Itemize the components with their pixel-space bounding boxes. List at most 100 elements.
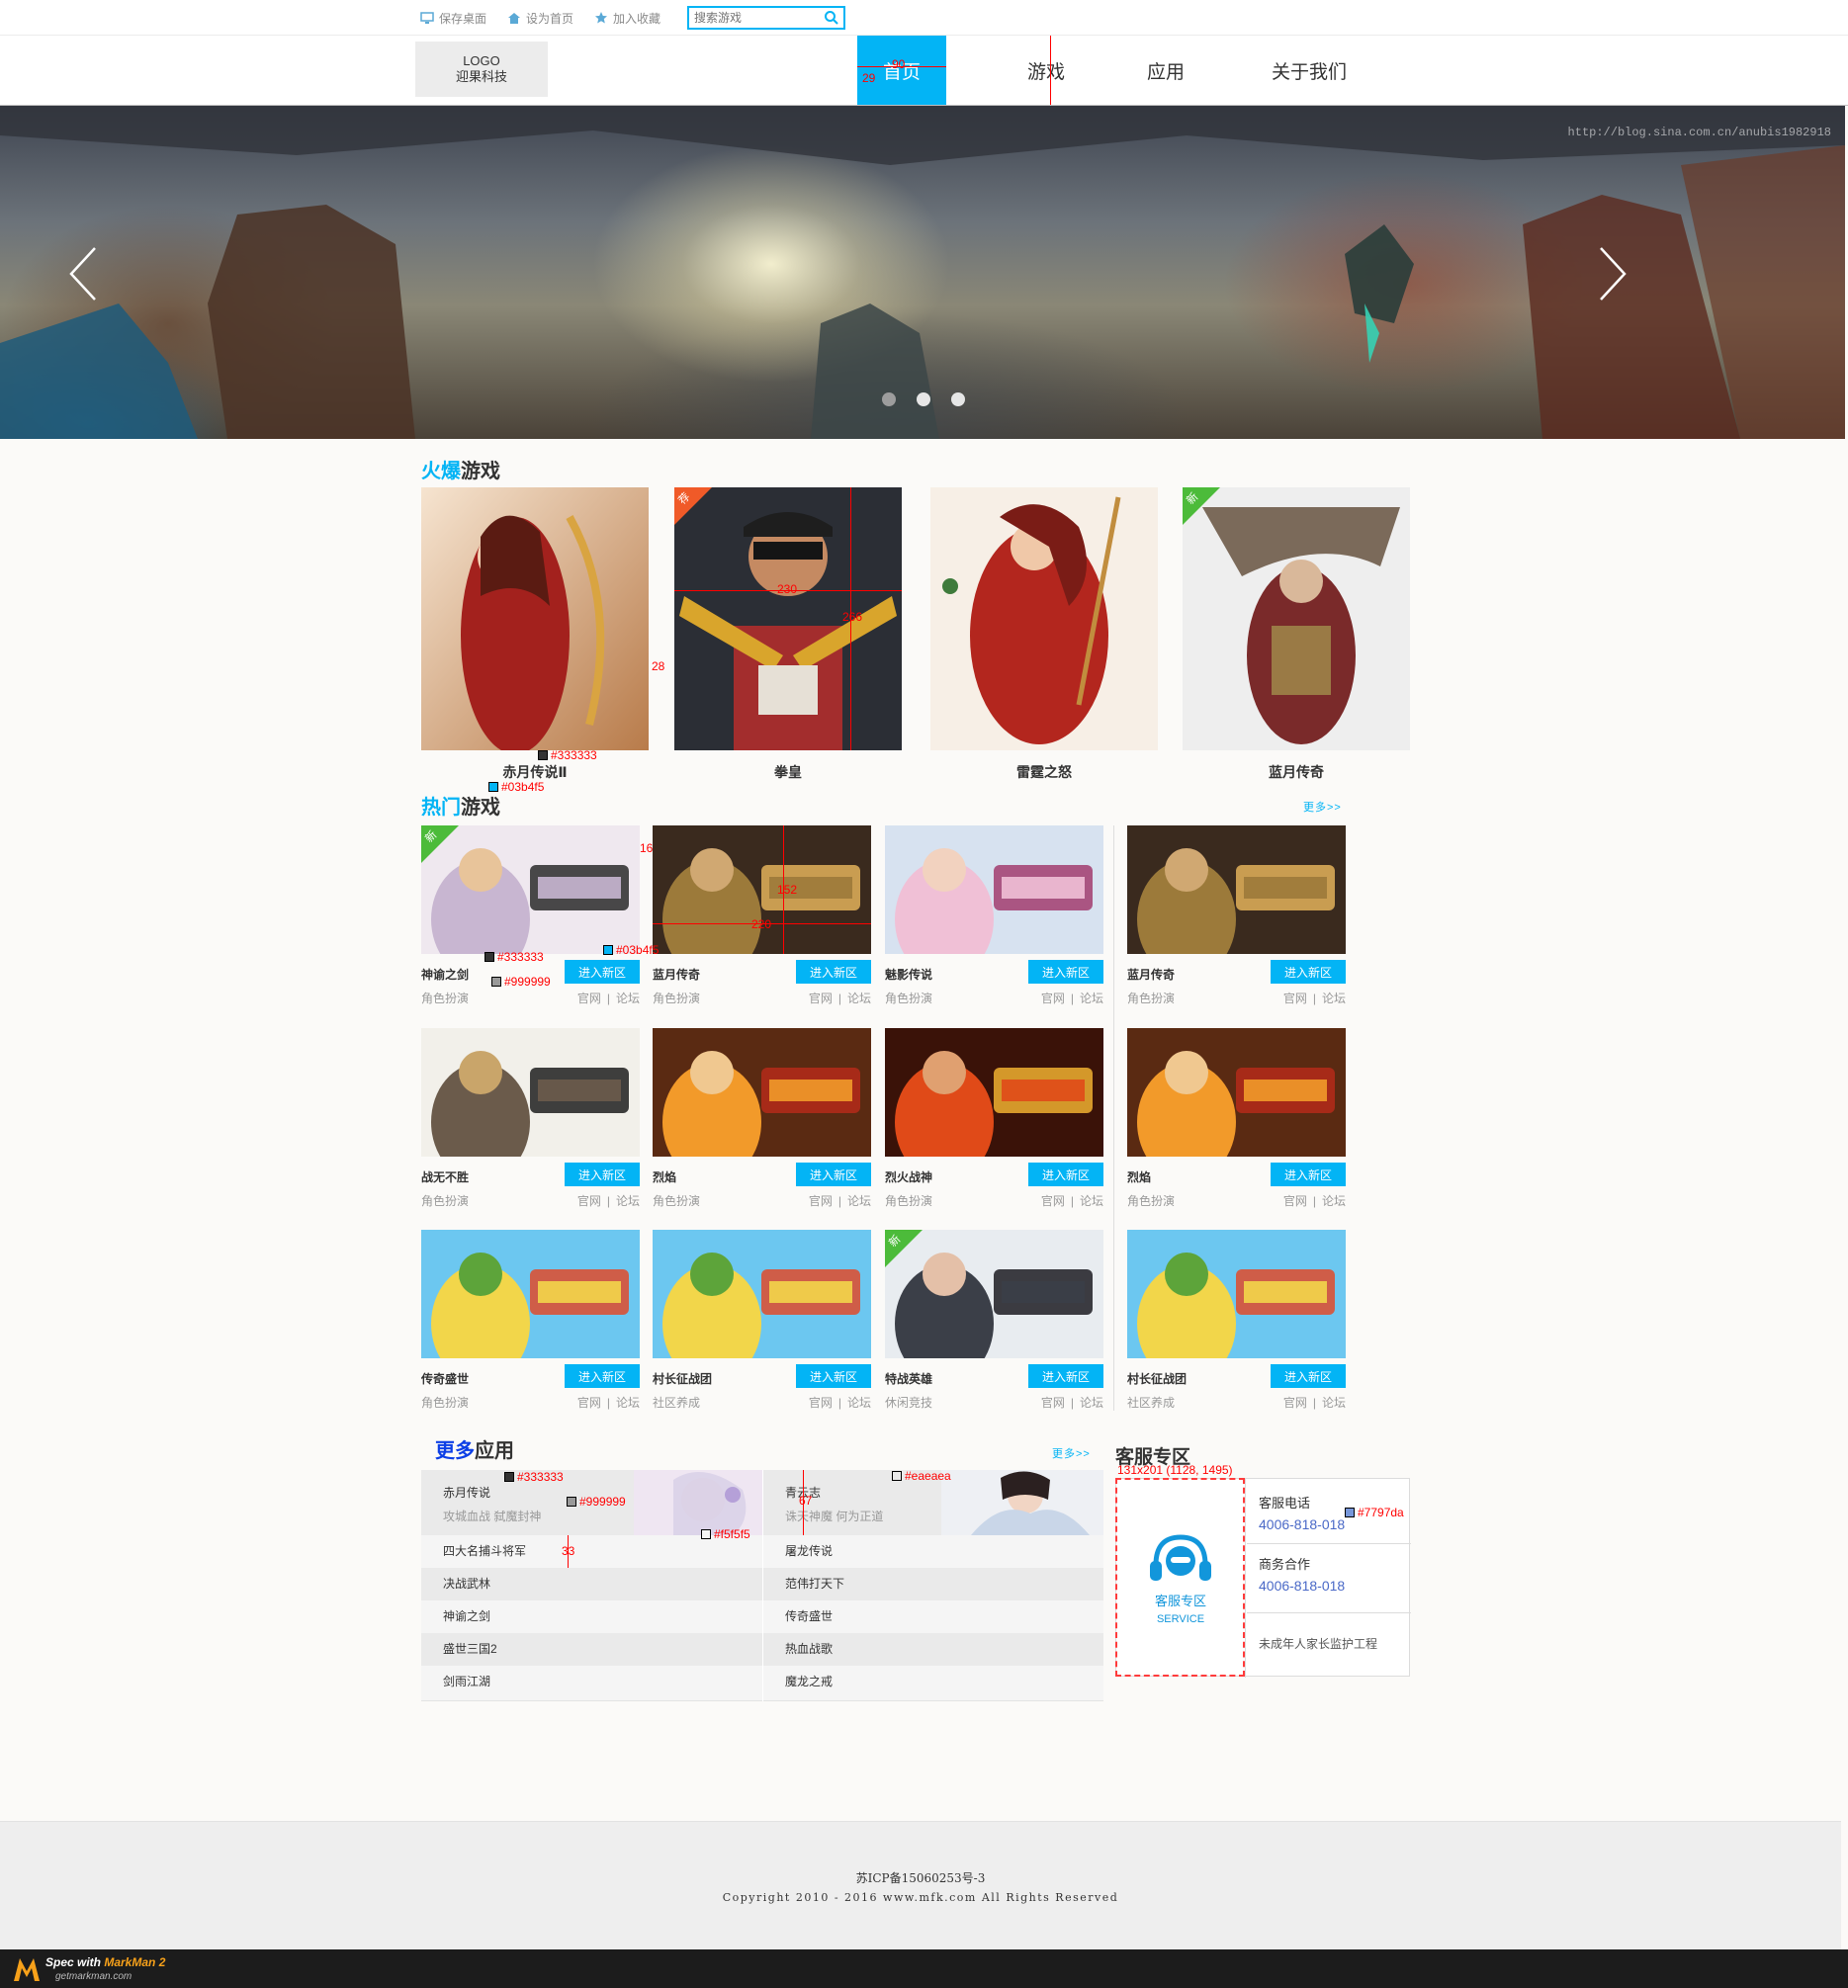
app-list-item[interactable]: 盛世三国2 [421, 1633, 762, 1666]
forum-link[interactable]: 论坛 [616, 1194, 640, 1208]
app-list-item[interactable]: 剑雨江湖 [421, 1666, 762, 1698]
popular-game-card[interactable]: 传奇盛世 进入新区 角色扮演 官网 | 论坛 [421, 1230, 640, 1410]
popular-game-card[interactable]: 蓝月传奇 进入新区 角色扮演 官网 | 论坛 [653, 825, 871, 1005]
apps-more-link[interactable]: 更多>> [1052, 1445, 1091, 1461]
game-thumbnail[interactable] [653, 1028, 871, 1157]
app-list-item[interactable]: 范伟打天下 [763, 1568, 1103, 1600]
enter-server-button[interactable]: 进入新区 [1028, 1163, 1103, 1186]
game-thumbnail[interactable] [421, 1230, 640, 1358]
enter-server-button[interactable]: 进入新区 [565, 1364, 640, 1388]
enter-server-button[interactable]: 进入新区 [565, 960, 640, 984]
enter-server-button[interactable]: 进入新区 [1271, 960, 1346, 984]
forum-link[interactable]: 论坛 [847, 1396, 871, 1410]
app-list-item[interactable]: 决战武林 [421, 1568, 762, 1600]
hot-game-name[interactable]: 蓝月传奇 [1183, 762, 1410, 782]
hot-game-name[interactable]: 赤月传说Ⅱ [421, 762, 649, 782]
search-icon[interactable] [824, 10, 839, 31]
banner-next-icon[interactable] [1595, 244, 1628, 303]
hot-game-card[interactable]: 荐 [674, 487, 902, 750]
official-site-link[interactable]: 官网 [1041, 1194, 1065, 1208]
slide-dot-3[interactable] [951, 392, 965, 406]
forum-link[interactable]: 论坛 [1080, 1194, 1103, 1208]
popular-game-name[interactable]: 魅影传说 [885, 966, 932, 983]
enter-server-button[interactable]: 进入新区 [796, 1364, 871, 1388]
app-list-item[interactable]: 热血战歌 [763, 1633, 1103, 1666]
game-thumbnail[interactable]: 新 [421, 825, 640, 954]
hot-game-name[interactable]: 拳皇 [674, 762, 902, 782]
hot-game-name[interactable]: 雷霆之怒 [930, 762, 1158, 782]
enter-server-button[interactable]: 进入新区 [1271, 1163, 1346, 1186]
popular-game-card[interactable]: 村长征战团 进入新区 社区养成 官网 | 论坛 [653, 1230, 871, 1410]
popular-game-name[interactable]: 烈焰 [653, 1168, 676, 1185]
app-list-item[interactable]: 传奇盛世 [763, 1600, 1103, 1633]
game-thumbnail[interactable] [653, 825, 871, 954]
enter-server-button[interactable]: 进入新区 [1028, 960, 1103, 984]
hot-game-card[interactable]: 新 [1183, 487, 1410, 750]
popular-game-card[interactable]: 新特战英雄 进入新区 休闲竞技 官网 | 论坛 [885, 1230, 1103, 1410]
popular-game-name[interactable]: 烈火战神 [885, 1168, 932, 1185]
forum-link[interactable]: 论坛 [616, 1396, 640, 1410]
popular-game-card[interactable]: 村长征战团 进入新区 社区养成 官网 | 论坛 [1127, 1230, 1346, 1410]
popular-more-link[interactable]: 更多>> [1303, 799, 1342, 815]
forum-link[interactable]: 论坛 [1322, 1396, 1346, 1410]
enter-server-button[interactable]: 进入新区 [796, 1163, 871, 1186]
forum-link[interactable]: 论坛 [1080, 1396, 1103, 1410]
forum-link[interactable]: 论坛 [1322, 992, 1346, 1005]
game-thumbnail[interactable] [653, 1230, 871, 1358]
popular-game-card[interactable]: 烈焰 进入新区 角色扮演 官网 | 论坛 [1127, 1028, 1346, 1208]
app-list-item[interactable]: 屠龙传说 [763, 1535, 1103, 1568]
search-input[interactable] [689, 8, 818, 28]
nav-games[interactable]: 游戏 [1002, 36, 1091, 105]
official-site-link[interactable]: 官网 [577, 992, 601, 1005]
app-list-item[interactable]: 神谕之剑 [421, 1600, 762, 1633]
official-site-link[interactable]: 官网 [577, 1396, 601, 1410]
nav-apps[interactable]: 应用 [1121, 36, 1210, 105]
guardian-link[interactable]: 未成年人家长监护工程 [1247, 1635, 1411, 1652]
popular-game-name[interactable]: 烈焰 [1127, 1168, 1151, 1185]
forum-link[interactable]: 论坛 [847, 1194, 871, 1208]
official-site-link[interactable]: 官网 [809, 1396, 833, 1410]
hot-game-card[interactable] [930, 487, 1158, 750]
logo[interactable]: LOGO 迎果科技 [415, 42, 548, 97]
official-site-link[interactable]: 官网 [1283, 1396, 1307, 1410]
popular-game-name[interactable]: 战无不胜 [421, 1168, 469, 1185]
banner-prev-icon[interactable] [67, 244, 101, 303]
official-site-link[interactable]: 官网 [809, 992, 833, 1005]
enter-server-button[interactable]: 进入新区 [565, 1163, 640, 1186]
app-list-item[interactable]: 魔龙之戒 [763, 1666, 1103, 1698]
official-site-link[interactable]: 官网 [1041, 992, 1065, 1005]
popular-game-name[interactable]: 蓝月传奇 [1127, 966, 1175, 983]
enter-server-button[interactable]: 进入新区 [1271, 1364, 1346, 1388]
popular-game-name[interactable]: 神谕之剑 [421, 966, 469, 983]
service-business-number[interactable]: 4006-818-018 [1259, 1578, 1411, 1594]
popular-game-card[interactable]: 战无不胜 进入新区 角色扮演 官网 | 论坛 [421, 1028, 640, 1208]
save-desktop-link[interactable]: 保存桌面 [419, 9, 486, 27]
forum-link[interactable]: 论坛 [1080, 992, 1103, 1005]
official-site-link[interactable]: 官网 [577, 1194, 601, 1208]
official-site-link[interactable]: 官网 [1041, 1396, 1065, 1410]
game-thumbnail[interactable] [421, 1028, 640, 1157]
popular-game-card[interactable]: 魅影传说 进入新区 角色扮演 官网 | 论坛 [885, 825, 1103, 1005]
official-site-link[interactable]: 官网 [809, 1194, 833, 1208]
set-homepage-link[interactable]: 设为首页 [506, 9, 573, 27]
popular-game-card[interactable]: 烈火战神 进入新区 角色扮演 官网 | 论坛 [885, 1028, 1103, 1208]
game-thumbnail[interactable] [1127, 1028, 1346, 1157]
slide-dot-2[interactable] [917, 392, 930, 406]
forum-link[interactable]: 论坛 [847, 992, 871, 1005]
popular-game-name[interactable]: 传奇盛世 [421, 1370, 469, 1387]
popular-game-name[interactable]: 特战英雄 [885, 1370, 932, 1387]
popular-game-card[interactable]: 烈焰 进入新区 角色扮演 官网 | 论坛 [653, 1028, 871, 1208]
popular-game-name[interactable]: 村长征战团 [1127, 1370, 1187, 1387]
popular-game-card[interactable]: 蓝月传奇 进入新区 角色扮演 官网 | 论坛 [1127, 825, 1346, 1005]
enter-server-button[interactable]: 进入新区 [796, 960, 871, 984]
enter-server-button[interactable]: 进入新区 [1028, 1364, 1103, 1388]
forum-link[interactable]: 论坛 [1322, 1194, 1346, 1208]
game-thumbnail[interactable] [885, 825, 1103, 954]
nav-about[interactable]: 关于我们 [1258, 36, 1361, 105]
slide-dot-1[interactable] [882, 392, 896, 406]
game-thumbnail[interactable]: 新 [885, 1230, 1103, 1358]
official-site-link[interactable]: 官网 [1283, 992, 1307, 1005]
popular-game-name[interactable]: 蓝月传奇 [653, 966, 700, 983]
add-favorite-link[interactable]: 加入收藏 [593, 9, 660, 27]
hot-game-card[interactable] [421, 487, 649, 750]
